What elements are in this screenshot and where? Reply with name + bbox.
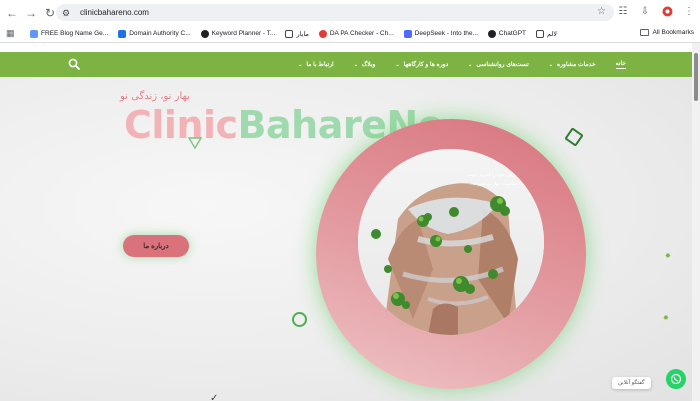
circle-decoration-icon	[292, 312, 307, 327]
bookmark-favicon-icon	[30, 29, 38, 38]
bookmark-item[interactable]: Keyword Planner - T...	[200, 29, 275, 38]
chevron-down-icon: ⌄	[298, 61, 303, 68]
main-menu: خانه خدمات مشاوره ⌄ تست‌های روانشناسی ⌄ دو…	[298, 52, 626, 77]
chevron-down-icon: ⌄	[468, 61, 473, 68]
menu-icon[interactable]: ⋮	[682, 4, 696, 18]
bookmark-item[interactable]: FREE Blog Name Ge...	[30, 29, 108, 38]
chevron-down-icon: ⌄	[395, 61, 400, 68]
bookmark-favicon-icon	[318, 29, 327, 38]
bookmark-favicon-icon	[536, 29, 544, 38]
chevron-down-icon: ⌄	[353, 61, 358, 68]
browser-toolbar: ← → ↻ ⚙ clinicbahareno.com ☆ ☷ ⇩ ⋮	[0, 0, 700, 25]
nav-contact[interactable]: ارتباط با ما ⌄	[298, 61, 334, 69]
star-icon[interactable]: ☆	[597, 6, 606, 17]
bookmark-favicon-icon	[118, 29, 127, 38]
hero-image: سلامتی درون خود را امروز جهت سوی... سلام…	[358, 149, 544, 335]
reload-icon[interactable]: ↻	[43, 6, 57, 20]
folder-icon	[640, 29, 650, 36]
nav-home[interactable]: خانه	[615, 60, 626, 69]
search-icon[interactable]	[68, 58, 80, 70]
bookmark-favicon-icon	[487, 29, 496, 38]
bookmark-item[interactable]: ChatGPT	[487, 29, 526, 38]
about-us-button[interactable]: درباره ما	[123, 235, 189, 257]
whatsapp-button[interactable]	[666, 369, 686, 389]
whatsapp-icon	[670, 373, 682, 385]
hero-overlay-text: سلامتی درون خود را امروز جهت سوی... سلام…	[467, 172, 534, 187]
bookmark-item[interactable]: DeepSeek - Into the...	[403, 29, 478, 38]
nav-courses[interactable]: دوره ها و کارگاهها ⌄	[395, 61, 448, 69]
apps-icon[interactable]: ▦	[6, 28, 20, 39]
address-bar[interactable]: ⚙ clinicbahareno.com ☆	[56, 4, 614, 21]
sparkle-decoration-icon: ✸	[663, 315, 669, 322]
url-text[interactable]: clinicbahareno.com	[80, 8, 149, 17]
bookmark-item[interactable]: مایار	[285, 29, 309, 38]
site-settings-icon[interactable]: ⚙	[62, 8, 72, 18]
back-icon[interactable]: ←	[5, 6, 19, 20]
chevron-down-icon: ⌄	[548, 61, 553, 68]
nav-blog[interactable]: وبلاگ ⌄	[353, 61, 376, 69]
chat-label[interactable]: گفتگو آنلاین	[612, 377, 651, 389]
nav-tests[interactable]: تست‌های روانشناسی ⌄	[468, 61, 529, 69]
scrollbar-thumb[interactable]	[694, 53, 698, 101]
bookmark-favicon-icon	[200, 29, 209, 38]
bookmark-favicon-icon	[285, 29, 294, 38]
site-header: خانه خدمات مشاوره ⌄ تست‌های روانشناسی ⌄ دو…	[0, 52, 692, 77]
download-icon[interactable]: ⇩	[638, 4, 652, 18]
sparkle-decoration-icon: ✸	[665, 253, 671, 260]
profile-icon[interactable]	[660, 4, 674, 18]
nav-services[interactable]: خدمات مشاوره ⌄	[548, 61, 596, 69]
bookmark-item[interactable]: DA PA Checker - Ch...	[318, 29, 394, 38]
bookmarks-bar: ▦ FREE Blog Name Ge... Domain Authority …	[0, 25, 700, 43]
bookmark-item[interactable]: Domain Authority C...	[118, 29, 191, 38]
hero-tagline: بهار نو، زندگی نو	[120, 91, 190, 102]
chevron-decoration-icon: ✓	[210, 393, 219, 401]
extensions-icon[interactable]: ☷	[616, 4, 630, 18]
all-bookmarks[interactable]: All Bookmarks	[640, 29, 694, 36]
square-decoration-icon	[564, 127, 584, 147]
triangle-decoration-icon	[188, 137, 202, 149]
bookmark-favicon-icon	[403, 29, 412, 38]
forward-icon[interactable]: →	[24, 6, 38, 20]
bookmark-item[interactable]: لالم	[536, 29, 557, 38]
hero-section: بهار نو، زندگی نو ClinicBahareNo ✓ ✸ ✸ د…	[0, 77, 692, 401]
